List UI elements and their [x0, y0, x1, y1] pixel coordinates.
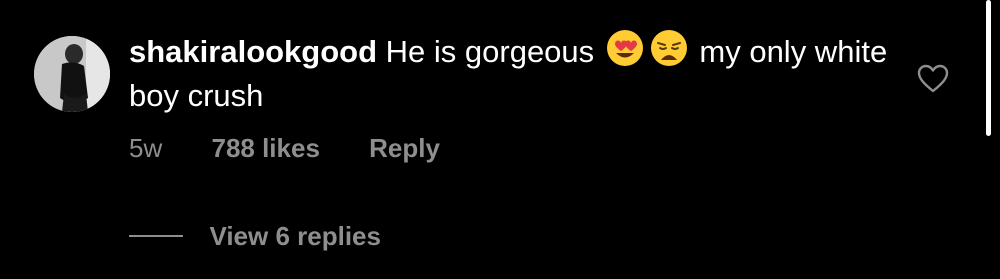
- avatar[interactable]: [34, 36, 110, 112]
- timestamp: 5w: [129, 133, 163, 163]
- heart-outline-icon[interactable]: [917, 64, 949, 94]
- comment-text-start: He is gorgeous: [377, 34, 603, 69]
- view-replies-button[interactable]: View 6 replies: [129, 218, 381, 254]
- heart-eyes-emoji: [605, 28, 645, 68]
- username[interactable]: shakiralookgood: [129, 34, 377, 69]
- weary-face-emoji: [649, 28, 689, 68]
- comment: shakiralookgood He is gorgeous my only w…: [0, 0, 1000, 279]
- reply-button[interactable]: Reply: [369, 130, 440, 166]
- scrollbar[interactable]: [986, 0, 991, 136]
- comment-text: shakiralookgood He is gorgeous my only w…: [129, 28, 909, 118]
- replies-divider: [129, 235, 183, 237]
- avatar-image: [34, 36, 110, 112]
- view-replies-label: View 6 replies: [209, 221, 381, 251]
- comment-meta: 5w 788 likes Reply: [129, 130, 440, 166]
- likes-count[interactable]: 788 likes: [211, 130, 319, 166]
